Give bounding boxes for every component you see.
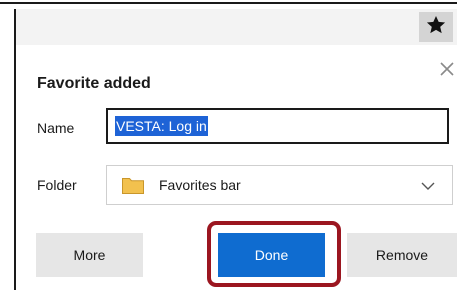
favorite-dialog-screen: Favorite added Name VESTA: Log in Folder…	[0, 0, 457, 290]
browser-toolbar	[14, 9, 457, 45]
favorite-added-dialog: Favorite added Name VESTA: Log in Folder…	[16, 45, 457, 290]
chevron-down-icon	[420, 179, 436, 191]
folder-value: Favorites bar	[159, 177, 241, 193]
more-button[interactable]: More	[36, 233, 143, 277]
done-button[interactable]: Done	[218, 233, 325, 277]
remove-button[interactable]: Remove	[347, 233, 457, 277]
name-field[interactable]: VESTA: Log in	[106, 108, 449, 144]
close-button[interactable]	[437, 59, 457, 79]
folder-label: Folder	[37, 177, 77, 193]
name-value: VESTA: Log in	[115, 116, 208, 136]
name-label: Name	[37, 120, 75, 136]
folder-icon	[121, 175, 145, 195]
favorite-star-button[interactable]	[419, 12, 453, 42]
star-icon	[425, 14, 447, 41]
dialog-title: Favorite added	[37, 75, 151, 92]
folder-select[interactable]: Favorites bar	[106, 165, 453, 205]
close-icon	[437, 62, 457, 83]
top-divider	[0, 0, 457, 6]
